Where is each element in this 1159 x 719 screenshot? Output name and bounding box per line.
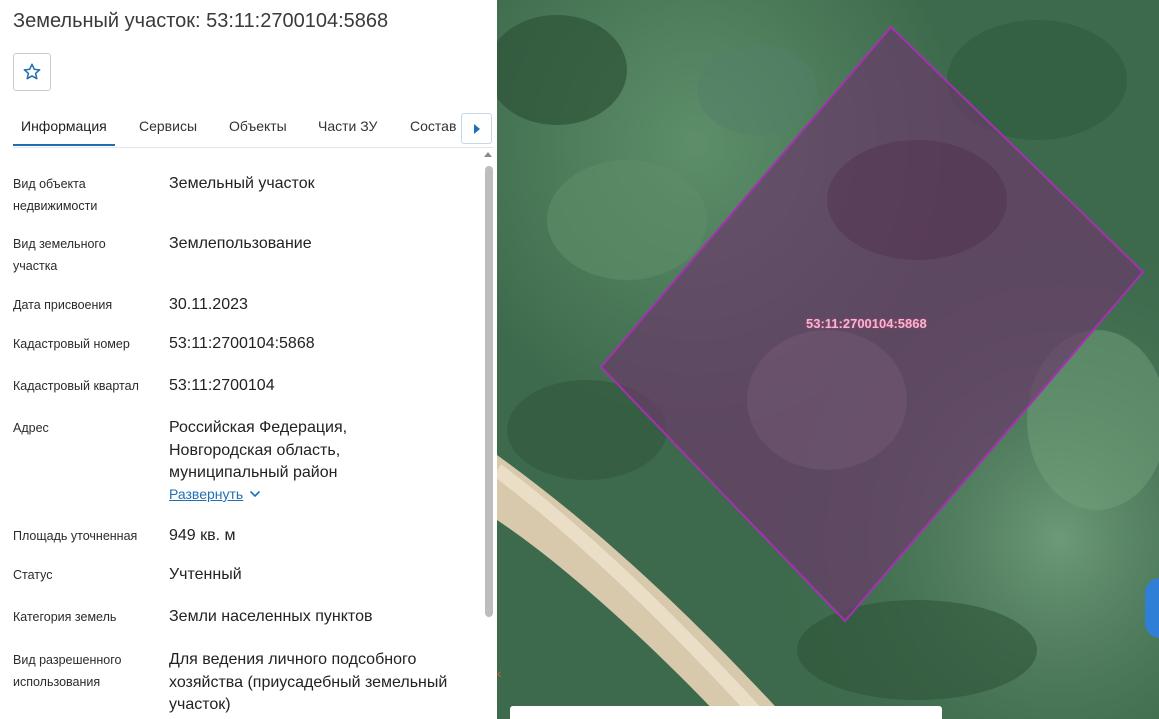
tab-composition[interactable]: Состав: [410, 118, 456, 134]
satellite-map[interactable]: 53:11:2700104:5868 ‹: [497, 0, 1159, 719]
info-value: Земельный участок: [169, 175, 315, 192]
info-label: Дата присвоения: [13, 298, 113, 312]
info-label: Статус: [13, 568, 53, 582]
info-label: Площадь уточненная: [13, 529, 138, 543]
expand-address-link[interactable]: Развернуть: [169, 486, 261, 502]
info-value: Землепользование: [169, 235, 312, 252]
info-label: Вид земельного участка: [13, 237, 106, 273]
page-title: Земельный участок: 53:11:2700104:5868: [13, 10, 389, 32]
tab-services[interactable]: Сервисы: [139, 118, 197, 134]
favorite-button[interactable]: [13, 53, 51, 91]
info-label: Кадастровый квартал: [13, 379, 139, 393]
info-label: Кадастровый номер: [13, 337, 130, 351]
expand-link-label: Развернуть: [169, 486, 244, 502]
parcel-map-label[interactable]: 53:11:2700104:5868: [806, 316, 927, 331]
info-value: Учтенный: [169, 566, 242, 583]
triangle-right-icon: [473, 123, 480, 134]
info-label: Адрес: [13, 421, 49, 435]
info-value: 53:11:2700104:5868: [169, 335, 315, 352]
info-panel: Земельный участок: 53:11:2700104:5868 Ин…: [0, 0, 497, 719]
star-outline-icon: [23, 63, 41, 80]
tabs-scroll-right-button[interactable]: [461, 113, 492, 144]
info-label: Вид разрешенного использования: [13, 653, 122, 689]
info-label: Категория земель: [13, 610, 117, 624]
info-value: Российская Федерация, Новгородская облас…: [169, 419, 348, 481]
scroll-up-arrow-icon[interactable]: [484, 152, 492, 157]
info-value: 30.11.2023: [169, 296, 248, 313]
tab-objects[interactable]: Объекты: [229, 118, 287, 134]
scrollbar-thumb[interactable]: [485, 166, 493, 617]
info-value: Для ведения личного подсобного хозяйства…: [169, 651, 448, 713]
info-value: 53:11:2700104: [169, 377, 275, 394]
info-label: Вид объекта недвижимости: [13, 177, 98, 213]
info-value: Земли населенных пунктов: [169, 608, 373, 625]
tab-bar: Информация Сервисы Объекты Части ЗУ Сост…: [0, 104, 497, 148]
tab-parts[interactable]: Части ЗУ: [318, 118, 377, 134]
map-control-button[interactable]: [1145, 578, 1159, 638]
active-tab-indicator: [13, 144, 115, 146]
panel-collapse-arrow-icon[interactable]: ‹: [497, 665, 502, 681]
map-imagery: [497, 0, 1159, 719]
info-value: 949 кв. м: [169, 527, 236, 544]
tab-information[interactable]: Информация: [21, 118, 107, 134]
tabs-divider: [13, 147, 494, 148]
chevron-down-icon: [250, 490, 261, 498]
map-bottom-card: [510, 706, 942, 719]
